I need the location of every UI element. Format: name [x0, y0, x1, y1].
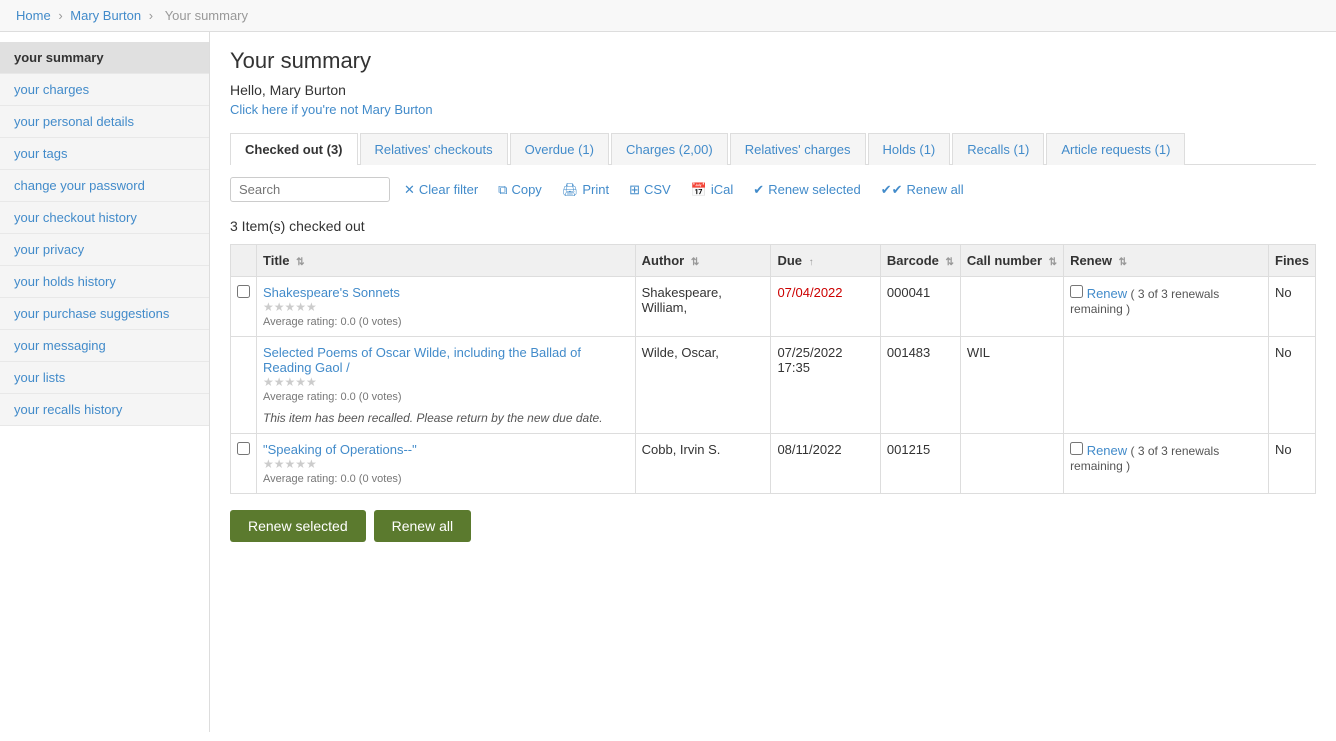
items-summary: 3 Item(s) checked out	[230, 218, 1316, 234]
row-callnumber-0	[960, 277, 1063, 337]
breadcrumb-home[interactable]: Home	[16, 8, 51, 23]
row-barcode-0: 000041	[880, 277, 960, 337]
stars-0: ★★★★★	[263, 300, 629, 314]
col-barcode: Barcode ⇅	[880, 245, 960, 277]
recall-notice-1: This item has been recalled. Please retu…	[263, 411, 629, 425]
tab-4[interactable]: Relatives' charges	[730, 133, 866, 165]
col-author: Author ⇅	[635, 245, 771, 277]
tab-6[interactable]: Recalls (1)	[952, 133, 1044, 165]
copy-button[interactable]: ⧉ Copy	[492, 180, 548, 200]
sidebar-item-2[interactable]: your personal details	[0, 106, 209, 138]
col-fines: Fines	[1269, 245, 1316, 277]
row-due-1: 07/25/2022 17:35	[771, 337, 880, 434]
row-due-2: 08/11/2022	[771, 434, 880, 494]
page-title: Your summary	[230, 48, 1316, 74]
row-fines-2: No	[1269, 434, 1316, 494]
bottom-buttons: Renew selected Renew all	[230, 494, 1316, 550]
table-header: Title ⇅ Author ⇅ Due ↑ Barcode ⇅ Call nu…	[231, 245, 1316, 277]
row-fines-0: No	[1269, 277, 1316, 337]
renew-all-toolbar-button[interactable]: ✔✔ Renew all	[875, 180, 970, 200]
csv-button[interactable]: ⊞ CSV	[623, 180, 677, 200]
row-due-0: 07/04/2022	[771, 277, 880, 337]
row-title-1: Selected Poems of Oscar Wilde, including…	[257, 337, 636, 434]
row-checkbox-cell-2	[231, 434, 257, 494]
breadcrumb-current: Your summary	[165, 8, 248, 23]
toolbar: ✕ Clear filter ⧉ Copy 🖨 Print ⊞ CSV 📅 iC…	[230, 165, 1316, 210]
col-renew: Renew ⇅	[1064, 245, 1269, 277]
tab-5[interactable]: Holds (1)	[868, 133, 951, 165]
table-row: Shakespeare's Sonnets★★★★★ Average rating…	[231, 277, 1316, 337]
row-barcode-1: 001483	[880, 337, 960, 434]
table-body: Shakespeare's Sonnets★★★★★Average rating…	[231, 277, 1316, 494]
row-author-0: Shakespeare, William,	[635, 277, 771, 337]
tab-2[interactable]: Overdue (1)	[510, 133, 609, 165]
sidebar: your summaryyour chargesyour personal de…	[0, 32, 210, 732]
stars-1: ★★★★★	[263, 375, 629, 389]
sidebar-item-6[interactable]: your privacy	[0, 234, 209, 266]
clear-filter-button[interactable]: ✕ Clear filter	[398, 180, 484, 200]
search-input[interactable]	[230, 177, 390, 202]
table-row: "Speaking of Operations--"★★★★★ Average r…	[231, 434, 1316, 494]
tab-3[interactable]: Charges (2,00)	[611, 133, 728, 165]
renew-all-button[interactable]: Renew all	[374, 510, 471, 542]
sidebar-item-10[interactable]: your lists	[0, 362, 209, 394]
main-content: Your summary Hello, Mary Burton Click he…	[210, 32, 1336, 732]
sidebar-item-11[interactable]: your recalls history	[0, 394, 209, 426]
breadcrumb-user[interactable]: Mary Burton	[70, 8, 141, 23]
row-renew-1	[1064, 337, 1269, 434]
col-select	[231, 245, 257, 277]
row-renew-2: Renew ( 3 of 3 renewals remaining )	[1064, 434, 1269, 494]
sidebar-item-9[interactable]: your messaging	[0, 330, 209, 362]
sidebar-item-1[interactable]: your charges	[0, 74, 209, 106]
tab-0[interactable]: Checked out (3)	[230, 133, 358, 165]
avg-rating-1: Average rating: 0.0 (0 votes)	[263, 391, 629, 403]
table-row: Selected Poems of Oscar Wilde, including…	[231, 337, 1316, 434]
row-checkbox-cell-0	[231, 277, 257, 337]
tab-1[interactable]: Relatives' checkouts	[360, 133, 508, 165]
stars-2: ★★★★★	[263, 457, 629, 471]
print-button[interactable]: 🖨 Print	[556, 180, 615, 200]
sidebar-item-5[interactable]: your checkout history	[0, 202, 209, 234]
renew-link-2[interactable]: Renew	[1087, 443, 1127, 458]
row-checkbox-cell-1	[231, 337, 257, 434]
renew-link-0[interactable]: Renew	[1087, 286, 1127, 301]
sidebar-item-4[interactable]: change your password	[0, 170, 209, 202]
row-barcode-2: 001215	[880, 434, 960, 494]
tabs-container: Checked out (3)Relatives' checkoutsOverd…	[230, 133, 1316, 165]
col-due: Due ↑	[771, 245, 880, 277]
renew-selected-button[interactable]: Renew selected	[230, 510, 366, 542]
row-author-2: Cobb, Irvin S.	[635, 434, 771, 494]
col-callnumber: Call number ⇅	[960, 245, 1063, 277]
renew-checkbox-0[interactable]	[1070, 285, 1083, 298]
title-link-0[interactable]: Shakespeare's Sonnets	[263, 285, 400, 300]
sidebar-item-0[interactable]: your summary	[0, 42, 209, 74]
renew-checkbox-2[interactable]	[1070, 442, 1083, 455]
sidebar-item-7[interactable]: your holds history	[0, 266, 209, 298]
row-title-0: Shakespeare's Sonnets★★★★★ Average rating…	[257, 277, 636, 337]
renew-selected-toolbar-button[interactable]: ✔ Renew selected	[747, 180, 866, 200]
sidebar-item-8[interactable]: your purchase suggestions	[0, 298, 209, 330]
breadcrumb: Home › Mary Burton › Your summary	[0, 0, 1336, 32]
row-checkbox-2[interactable]	[237, 442, 250, 455]
row-callnumber-1: WIL	[960, 337, 1063, 434]
title-link-2[interactable]: "Speaking of Operations--"	[263, 442, 417, 457]
not-you-link[interactable]: Click here if you're not Mary Burton	[230, 102, 433, 117]
checkout-table: Title ⇅ Author ⇅ Due ↑ Barcode ⇅ Call nu…	[230, 244, 1316, 494]
tab-7[interactable]: Article requests (1)	[1046, 133, 1185, 165]
avg-rating-0: Average rating: 0.0 (0 votes)	[263, 316, 629, 328]
ical-button[interactable]: 📅 iCal	[685, 180, 740, 200]
sidebar-item-3[interactable]: your tags	[0, 138, 209, 170]
row-checkbox-0[interactable]	[237, 285, 250, 298]
avg-rating-2: Average rating: 0.0 (0 votes)	[263, 473, 629, 485]
row-fines-1: No	[1269, 337, 1316, 434]
title-link-1[interactable]: Selected Poems of Oscar Wilde, including…	[263, 345, 581, 375]
greeting-text: Hello, Mary Burton	[230, 82, 1316, 98]
row-renew-0: Renew ( 3 of 3 renewals remaining )	[1064, 277, 1269, 337]
col-title: Title ⇅	[257, 245, 636, 277]
row-title-2: "Speaking of Operations--"★★★★★ Average r…	[257, 434, 636, 494]
row-author-1: Wilde, Oscar,	[635, 337, 771, 434]
row-callnumber-2	[960, 434, 1063, 494]
